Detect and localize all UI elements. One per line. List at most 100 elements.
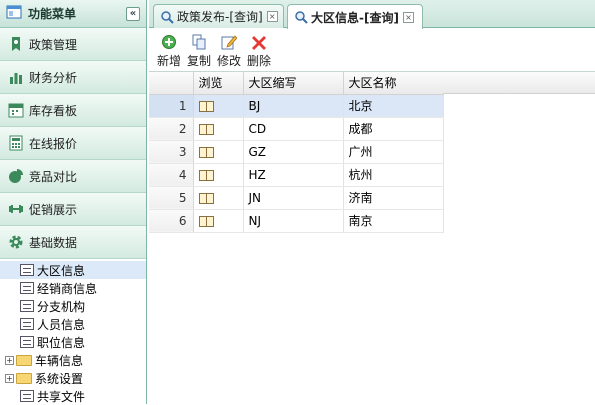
tab-region-info[interactable]: 大区信息-[查询] × [287, 4, 423, 29]
tab-label: 政策发布-[查询] [177, 10, 263, 24]
tree-item-dealer-info[interactable]: 经销商信息 [0, 279, 146, 297]
tab-policy-publish[interactable]: 政策发布-[查询] × [153, 4, 284, 28]
tree-item-label: 系统设置 [35, 371, 84, 386]
form-icon [20, 264, 34, 276]
view-cell[interactable] [193, 209, 244, 233]
tab-bar: 政策发布-[查询] × 大区信息-[查询] × [149, 0, 595, 29]
book-icon[interactable] [198, 169, 214, 181]
folder-icon [16, 354, 32, 366]
tree-item-label: 大区信息 [37, 263, 86, 278]
add-label: 新增 [156, 54, 181, 68]
delete-label: 删除 [246, 54, 271, 68]
row-number: 6 [149, 209, 194, 233]
region-table: 浏览 大区缩写 大区名称 1 BJ 北京 2 CD 成都 3 GZ 广州 4 H… [149, 72, 444, 233]
abbr-cell: JN [243, 186, 344, 210]
calendar-icon [8, 102, 24, 118]
sidebar-title: 功能菜单 [28, 7, 77, 21]
edit-label: 修改 [216, 54, 241, 68]
main-panel: 政策发布-[查询] × 大区信息-[查询] × 新增 复制 修改 删除 浏览 大… [149, 0, 595, 404]
table-row[interactable]: 3 GZ 广州 [149, 140, 444, 164]
sidebar-item-compare[interactable]: 竞品对比 [0, 160, 146, 193]
view-cell[interactable] [193, 94, 244, 118]
book-icon[interactable] [198, 100, 214, 112]
tab-label: 大区信息-[查询] [311, 10, 399, 25]
delete-button[interactable]: 删除 [244, 33, 274, 69]
abbr-cell: HZ [243, 163, 344, 187]
close-icon[interactable]: × [266, 11, 278, 22]
grid-header-filler [443, 72, 595, 94]
name-cell: 成都 [343, 117, 444, 141]
sidebar-item-label: 财务分析 [29, 70, 78, 85]
delete-icon [251, 33, 267, 51]
book-icon[interactable] [198, 146, 214, 158]
book-icon[interactable] [198, 215, 214, 227]
dumbbell-icon [8, 201, 24, 217]
sidebar-item-label: 在线报价 [29, 136, 78, 151]
book-icon[interactable] [198, 192, 214, 204]
tree-folder-vehicle-info[interactable]: + 车辆信息 [0, 351, 146, 369]
sidebar-item-quote[interactable]: 在线报价 [0, 127, 146, 160]
sidebar-item-label: 库存看板 [29, 103, 78, 118]
add-button[interactable]: 新增 [154, 33, 184, 69]
sidebar: 功能菜单 « 政策管理 财务分析 库存看板 在线报价 竞品对比 促销展示 基础数… [0, 0, 147, 405]
expand-icon[interactable]: + [5, 373, 14, 383]
tree-item-label: 共享文件 [37, 389, 86, 404]
tree-item-position-info[interactable]: 职位信息 [0, 333, 146, 351]
tree-item-label: 车辆信息 [35, 353, 84, 368]
tree-folder-system-settings[interactable]: + 系统设置 [0, 369, 146, 387]
row-number: 4 [149, 163, 194, 187]
table-row[interactable]: 2 CD 成都 [149, 117, 444, 141]
tree-item-label: 职位信息 [37, 335, 86, 350]
sidebar-item-basic-data[interactable]: 基础数据 [0, 226, 146, 259]
expand-icon[interactable]: + [5, 355, 14, 365]
table-row[interactable]: 6 NJ 南京 [149, 209, 444, 233]
rownum-header [149, 72, 194, 95]
magnifier-icon [294, 10, 308, 24]
collapse-sidebar-button[interactable]: « [126, 7, 140, 21]
tree-item-label: 分支机构 [37, 299, 86, 314]
bookmark-icon [8, 36, 24, 52]
sidebar-item-inventory[interactable]: 库存看板 [0, 94, 146, 127]
sidebar-item-label: 促销展示 [29, 202, 78, 217]
tree-item-personnel-info[interactable]: 人员信息 [0, 315, 146, 333]
toolbar: 新增 复制 修改 删除 [149, 28, 595, 72]
edit-button[interactable]: 修改 [214, 33, 244, 69]
form-icon [20, 318, 34, 330]
form-icon [20, 390, 34, 402]
form-icon [20, 282, 34, 294]
basic-data-tree: 大区信息 经销商信息 分支机构 人员信息 职位信息 + 车辆信息 + 系统设置 [0, 259, 146, 405]
book-icon[interactable] [198, 123, 214, 135]
name-cell: 北京 [343, 94, 444, 118]
close-icon[interactable]: × [402, 11, 414, 23]
column-header[interactable]: 大区缩写 [243, 72, 344, 95]
sidebar-item-policy[interactable]: 政策管理 [0, 28, 146, 61]
bar-chart-icon [8, 69, 24, 85]
view-cell[interactable] [193, 117, 244, 141]
grid-header-row: 浏览 大区缩写 大区名称 [149, 72, 444, 95]
tree-item-branches[interactable]: 分支机构 [0, 297, 146, 315]
row-number: 1 [149, 94, 194, 118]
edit-icon [221, 33, 237, 51]
view-cell[interactable] [193, 140, 244, 164]
table-row[interactable]: 1 BJ 北京 [149, 94, 444, 118]
abbr-cell: NJ [243, 209, 344, 233]
column-header[interactable]: 大区名称 [343, 72, 444, 95]
copy-button[interactable]: 复制 [184, 33, 214, 69]
name-cell: 南京 [343, 209, 444, 233]
row-number: 3 [149, 140, 194, 164]
row-number: 5 [149, 186, 194, 210]
table-row[interactable]: 4 HZ 杭州 [149, 163, 444, 187]
name-cell: 济南 [343, 186, 444, 210]
tree-item-region-info[interactable]: 大区信息 [0, 261, 146, 279]
tree-item-shared-files[interactable]: 共享文件 [0, 387, 146, 405]
copy-icon [191, 33, 207, 51]
tree-item-label: 人员信息 [37, 317, 86, 332]
column-header[interactable]: 浏览 [193, 72, 244, 95]
view-cell[interactable] [193, 163, 244, 187]
view-cell[interactable] [193, 186, 244, 210]
table-row[interactable]: 5 JN 济南 [149, 186, 444, 210]
sidebar-item-finance[interactable]: 财务分析 [0, 61, 146, 94]
magnifier-icon [160, 10, 174, 24]
form-icon [20, 336, 34, 348]
sidebar-item-promotion[interactable]: 促销展示 [0, 193, 146, 226]
